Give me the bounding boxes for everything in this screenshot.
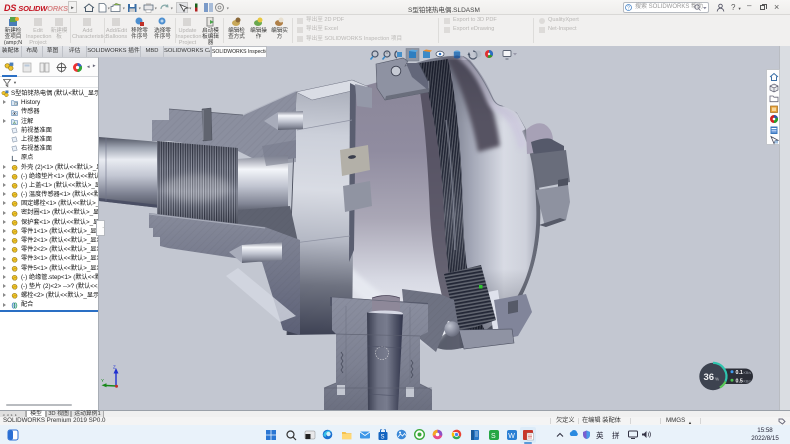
svg-text:S: S bbox=[381, 434, 385, 440]
svg-text:S: S bbox=[491, 433, 496, 440]
svg-text:▼: ▼ bbox=[154, 7, 158, 11]
svg-text:KB/s: KB/s bbox=[744, 379, 752, 383]
svg-text:▼: ▼ bbox=[189, 7, 193, 11]
svg-text:▼: ▼ bbox=[170, 7, 174, 11]
svg-text:Y: Y bbox=[101, 378, 104, 383]
svg-text:%: % bbox=[715, 377, 719, 382]
svg-text:Z: Z bbox=[113, 365, 116, 370]
svg-text:▼: ▼ bbox=[107, 7, 111, 11]
svg-text:▼: ▼ bbox=[138, 7, 142, 11]
svg-text:?: ? bbox=[627, 6, 630, 12]
svg-text:0.5: 0.5 bbox=[736, 378, 743, 384]
svg-text:▼: ▼ bbox=[226, 7, 230, 11]
svg-text:W: W bbox=[508, 433, 515, 440]
svg-text:KB/s: KB/s bbox=[744, 371, 752, 375]
svg-text:36: 36 bbox=[704, 372, 715, 383]
svg-text:0.1: 0.1 bbox=[736, 370, 743, 376]
svg-text:▼: ▼ bbox=[122, 7, 126, 11]
